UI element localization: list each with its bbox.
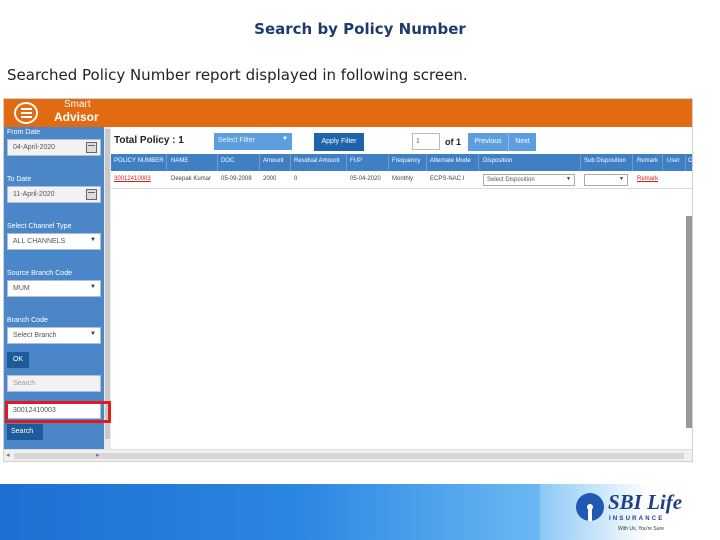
scrollbar-thumb[interactable] xyxy=(105,129,110,439)
app-brand: Smart Advisor xyxy=(54,99,99,124)
column-header[interactable]: Amount xyxy=(263,158,284,164)
chevron-down-icon: ▼ xyxy=(90,331,96,337)
scrollbar-thumb[interactable] xyxy=(14,453,684,459)
previous-button[interactable]: Previous xyxy=(468,133,508,151)
column-header[interactable]: Residual Amount xyxy=(294,158,339,164)
doc-cell: 05-09-2008 xyxy=(221,176,252,182)
column-header[interactable]: NAME xyxy=(171,158,188,164)
from-date-value: 04-April-2020 xyxy=(13,144,56,151)
app-screenshot: Smart Advisor From Date 04-April-2020 To… xyxy=(3,98,693,462)
column-header[interactable]: DOC xyxy=(221,158,234,164)
chevron-down-icon: ▼ xyxy=(282,136,288,142)
scroll-right-icon[interactable]: ▸ xyxy=(96,451,100,459)
column-header[interactable]: Ca xyxy=(688,158,692,164)
search-input[interactable]: Search xyxy=(7,375,101,392)
chevron-down-icon: ▼ xyxy=(90,237,96,243)
source-branch-select[interactable]: MUM ▼ xyxy=(7,280,101,297)
horizontal-scrollbar[interactable]: ◂ ▸ xyxy=(4,449,692,461)
filter-select[interactable]: Select Filter ▼ xyxy=(214,133,292,150)
branch-code-select[interactable]: Select Branch ▼ xyxy=(7,327,101,344)
chevron-down-icon: ▼ xyxy=(90,284,96,290)
to-date-field[interactable]: 11-April-2020 xyxy=(7,186,101,203)
page-of-label: of 1 xyxy=(445,137,462,147)
search-button[interactable]: Search xyxy=(7,424,43,440)
brand-main: Advisor xyxy=(54,110,99,124)
sbi-life-logo: SBI Life INSURANCE With Us, You're Sure xyxy=(576,490,696,536)
remark-link[interactable]: Remark xyxy=(637,176,658,182)
column-header[interactable]: Frequency xyxy=(392,158,420,164)
fup-cell: 05-04-2020 xyxy=(350,176,381,182)
to-date-value: 11-April-2020 xyxy=(13,191,55,198)
total-policy-label: Total Policy : 1 xyxy=(114,135,184,146)
menu-icon[interactable] xyxy=(14,102,38,124)
table-header: POLICY NUMBER NAME DOC Amount Residual A… xyxy=(111,154,692,171)
table-row: 30012410003 Deepak Kumar 05-09-2008 2000… xyxy=(111,171,692,189)
channel-type-value: ALL CHANNELS xyxy=(13,238,66,245)
branch-code-label: Branch Code xyxy=(7,317,48,324)
amount-cell: 2000 xyxy=(263,176,277,182)
slide-description: Searched Policy Number report displayed … xyxy=(7,66,468,84)
column-header[interactable]: POLICY NUMBER xyxy=(114,158,164,164)
footer-band xyxy=(0,484,540,540)
source-branch-value: MUM xyxy=(13,285,30,292)
column-header[interactable]: User xyxy=(667,158,680,164)
policy-number-link[interactable]: 30012410003 xyxy=(114,176,151,182)
channel-type-select[interactable]: ALL CHANNELS ▼ xyxy=(7,233,101,250)
column-header[interactable]: Sub Disposition xyxy=(584,158,626,164)
page-number-input[interactable]: 1 xyxy=(412,133,440,150)
from-date-field[interactable]: 04-April-2020 xyxy=(7,139,101,156)
branch-code-placeholder: Select Branch xyxy=(13,332,57,339)
column-header[interactable]: Alternate Mode xyxy=(430,158,471,164)
calendar-icon[interactable] xyxy=(86,189,97,200)
logo-tagline: With Us, You're Sure xyxy=(618,526,664,532)
highlight-box xyxy=(5,401,111,423)
sub-disposition-select[interactable]: ▼ xyxy=(584,174,628,186)
vertical-scrollbar-edge xyxy=(686,216,692,428)
slide-footer: SBI Life INSURANCE With Us, You're Sure xyxy=(0,484,720,540)
chevron-down-icon: ▼ xyxy=(619,176,624,182)
brand-top: Smart xyxy=(64,99,91,110)
column-header[interactable]: Remark xyxy=(637,158,658,164)
logo-name: SBI Life xyxy=(608,490,683,514)
chevron-down-icon: ▼ xyxy=(566,176,571,182)
column-header[interactable]: FUP xyxy=(350,158,362,164)
slide-title: Search by Policy Number xyxy=(254,20,466,38)
frequency-cell: Monthly xyxy=(392,176,414,182)
scroll-left-icon[interactable]: ◂ xyxy=(6,451,10,459)
channel-type-label: Select Channel Type xyxy=(7,223,72,230)
name-cell: Deepak Kumar xyxy=(171,176,212,182)
slide: Search by Policy Number Searched Policy … xyxy=(0,0,720,540)
logo-sub: INSURANCE xyxy=(609,516,665,522)
to-date-label: To Date xyxy=(7,176,32,183)
alternate-mode-cell: ECPS-NAC I xyxy=(430,176,465,182)
source-branch-label: Source Branch Code xyxy=(7,270,72,277)
column-header[interactable]: Disposition xyxy=(483,158,512,164)
disposition-select[interactable]: Select Disposition ▼ xyxy=(483,174,575,186)
apply-filter-button[interactable]: Apply Filter xyxy=(314,133,364,151)
disposition-value: Select Disposition xyxy=(487,177,535,183)
residual-amount-cell: 0 xyxy=(294,176,298,182)
ok-button[interactable]: OK xyxy=(7,352,29,368)
calendar-icon[interactable] xyxy=(86,142,97,153)
sbi-emblem-icon xyxy=(576,493,604,521)
app-topbar: Smart Advisor xyxy=(4,99,692,127)
filter-placeholder: Select Filter xyxy=(218,137,255,144)
next-button[interactable]: Next xyxy=(508,133,536,151)
from-date-label: From Date xyxy=(7,129,41,136)
